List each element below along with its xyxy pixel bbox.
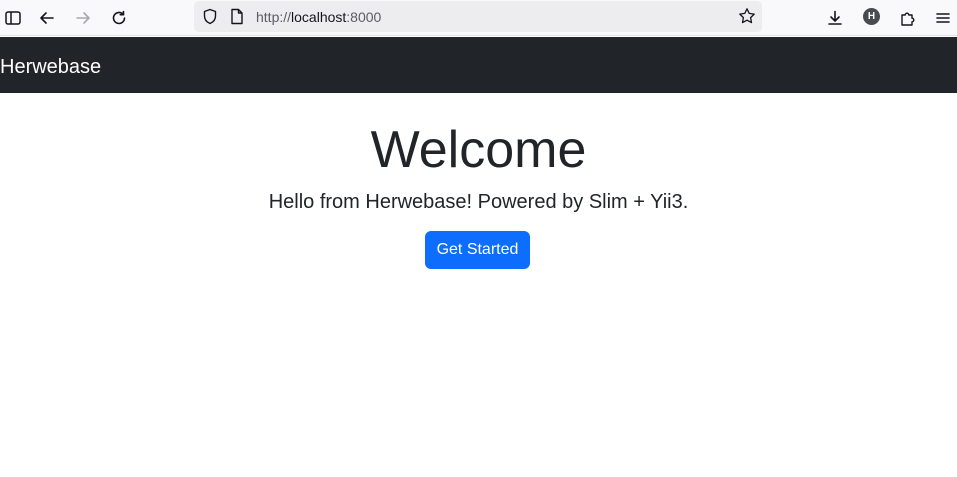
puzzle-piece-icon xyxy=(901,12,915,26)
download-icon xyxy=(828,10,842,25)
reload-button[interactable] xyxy=(106,5,132,31)
hamburger-menu-icon xyxy=(936,13,950,23)
bookmark-star-icon[interactable] xyxy=(738,7,756,25)
site-navbar: Herwebase xyxy=(0,37,957,93)
arrow-right-icon xyxy=(76,12,90,24)
get-started-button[interactable]: Get Started xyxy=(425,231,530,269)
downloads-button[interactable] xyxy=(822,5,848,31)
profile-avatar[interactable]: H xyxy=(863,8,880,25)
arrow-left-icon xyxy=(40,12,54,24)
forward-button[interactable] xyxy=(70,5,96,31)
address-bar[interactable]: http://localhost:8000 xyxy=(194,1,762,32)
page-icon[interactable] xyxy=(230,8,244,25)
back-button[interactable] xyxy=(34,5,60,31)
browser-toolbar: http://localhost:8000 H xyxy=(0,0,957,36)
hero-lead: Hello from Herwebase! Powered by Slim + … xyxy=(268,191,689,213)
url-port: :8000 xyxy=(346,9,382,25)
menu-button[interactable] xyxy=(930,5,956,31)
url-host: localhost xyxy=(291,9,347,25)
navbar-brand[interactable]: Herwebase xyxy=(0,55,101,79)
extensions-button[interactable] xyxy=(895,5,921,31)
sidebar-toggle-button[interactable] xyxy=(0,5,26,31)
hero-title: Welcome xyxy=(370,121,587,179)
url-scheme: http:// xyxy=(256,9,292,25)
reload-icon xyxy=(112,10,126,25)
sidebar-icon xyxy=(5,11,21,25)
shield-icon[interactable] xyxy=(202,8,218,25)
url-text[interactable]: http://localhost:8000 xyxy=(256,9,381,25)
